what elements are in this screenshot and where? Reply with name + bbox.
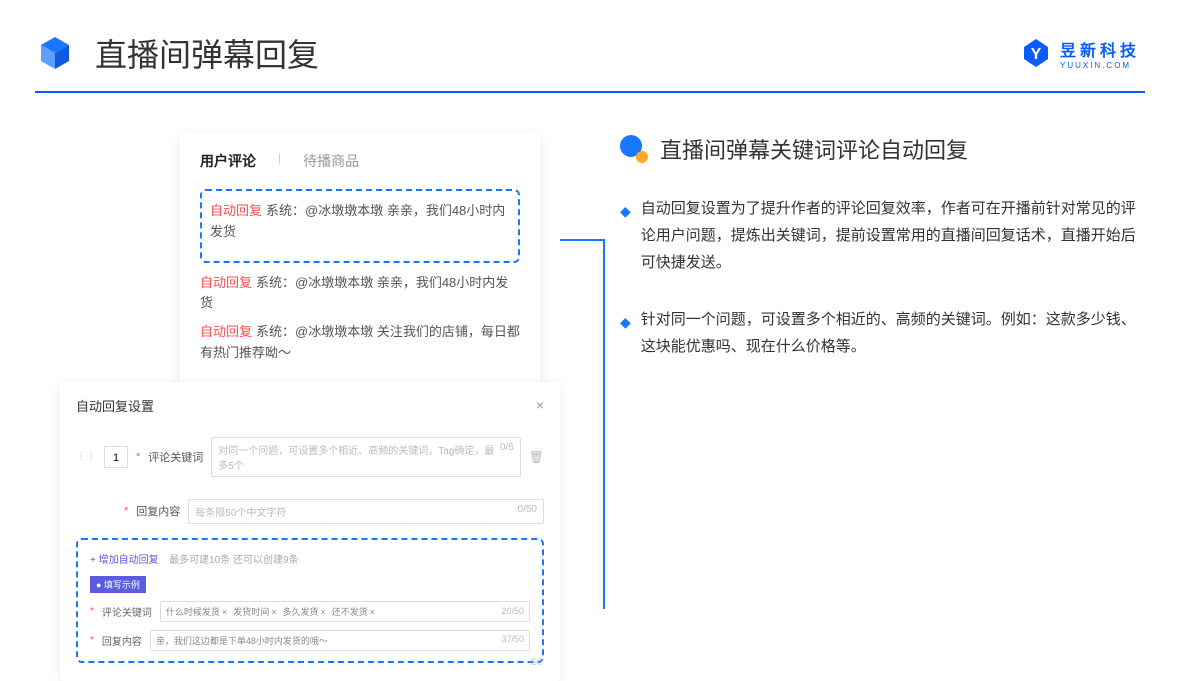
tag-chip[interactable]: 发货时间 bbox=[233, 605, 276, 618]
bullet-text: 针对同一个问题，可设置多个相近的、高频的关键词。例如：这款多少钱、这块能优惠吗、… bbox=[641, 306, 1145, 360]
required-icon: * bbox=[90, 635, 94, 646]
required-icon: * bbox=[136, 451, 140, 463]
side-counter: /50 bbox=[529, 657, 542, 667]
svg-text:Y: Y bbox=[1031, 46, 1042, 63]
keyword-label: 评论关键词 bbox=[148, 449, 203, 465]
tab-user-comments[interactable]: 用户评论 bbox=[200, 151, 256, 171]
example-badge: ● 填写示例 bbox=[90, 576, 146, 593]
diamond-bullet-icon: ◆ bbox=[620, 199, 631, 276]
diamond-bullet-icon: ◆ bbox=[620, 310, 631, 360]
auto-reply-tag: 自动回复 bbox=[200, 275, 252, 290]
example-box: + 增加自动回复 最多可建10条 还可以创建9条 ● 填写示例 * 评论关键词 … bbox=[76, 538, 544, 663]
example-keyword-input[interactable]: 什么时候发货 发货时间 多久发货 还不发货 20/50 bbox=[160, 601, 530, 622]
close-icon[interactable]: × bbox=[536, 397, 544, 413]
section-title: 直播间弹幕关键词评论自动回复 bbox=[660, 133, 968, 165]
comments-panel: 用户评论 | 待播商品 自动回复系统：@冰墩墩本墩 亲亲，我们48小时内发货 自… bbox=[180, 133, 540, 392]
logo-text-cn: 昱新科技 bbox=[1060, 37, 1140, 61]
content-input[interactable]: 每条限50个中文字符0/50 bbox=[188, 499, 544, 524]
auto-reply-tag: 自动回复 bbox=[210, 203, 262, 218]
index-input[interactable]: 1 bbox=[104, 446, 128, 468]
brand-logo: Y 昱新科技 YUUXIN.COM bbox=[1020, 37, 1140, 70]
tag-chip[interactable]: 什么时候发货 bbox=[166, 605, 227, 618]
tab-pending-goods[interactable]: 待播商品 bbox=[303, 151, 359, 171]
delete-icon[interactable]: 🗑 bbox=[529, 450, 544, 464]
content-label: 回复内容 bbox=[136, 503, 180, 519]
bullet-text: 自动回复设置为了提升作者的评论回复效率，作者可在开播前针对常见的评论用户问题，提… bbox=[641, 195, 1145, 276]
settings-panel: 自动回复设置 × ⋮⋮ 1 * 评论关键词 对同一个问题，可设置多个相近、高频的… bbox=[60, 382, 560, 681]
tag-chip[interactable]: 还不发货 bbox=[332, 605, 375, 618]
logo-text-en: YUUXIN.COM bbox=[1060, 61, 1140, 70]
auto-reply-tag: 自动回复 bbox=[200, 324, 252, 339]
keyword-input[interactable]: 对同一个问题，可设置多个相近、高频的关键词，Tag确定，最多5个0/6 bbox=[211, 437, 520, 477]
page-title: 直播间弹幕回复 bbox=[95, 30, 1020, 76]
highlighted-comment: 自动回复系统：@冰墩墩本墩 亲亲，我们48小时内发货 bbox=[200, 189, 520, 263]
logo-icon: Y bbox=[1020, 37, 1052, 69]
required-icon: * bbox=[90, 606, 94, 617]
connector-line bbox=[560, 239, 605, 609]
bubble-icon bbox=[620, 135, 648, 163]
add-hint: 最多可建10条 还可以创建9条 bbox=[169, 555, 298, 566]
add-reply-link[interactable]: + 增加自动回复 bbox=[90, 555, 159, 566]
example-keyword-label: 评论关键词 bbox=[102, 604, 152, 619]
example-content-input[interactable]: 亲，我们这边都是下单48小时内发货的哦～37/50 bbox=[150, 630, 530, 651]
settings-title: 自动回复设置 bbox=[76, 396, 154, 415]
drag-handle-icon[interactable]: ⋮⋮ bbox=[76, 451, 96, 462]
char-counter: 20/50 bbox=[501, 606, 524, 616]
required-icon: * bbox=[124, 505, 128, 517]
example-content-label: 回复内容 bbox=[102, 633, 142, 648]
tab-separator: | bbox=[278, 151, 281, 171]
cube-icon bbox=[35, 33, 75, 73]
tag-chip[interactable]: 多久发货 bbox=[282, 605, 325, 618]
